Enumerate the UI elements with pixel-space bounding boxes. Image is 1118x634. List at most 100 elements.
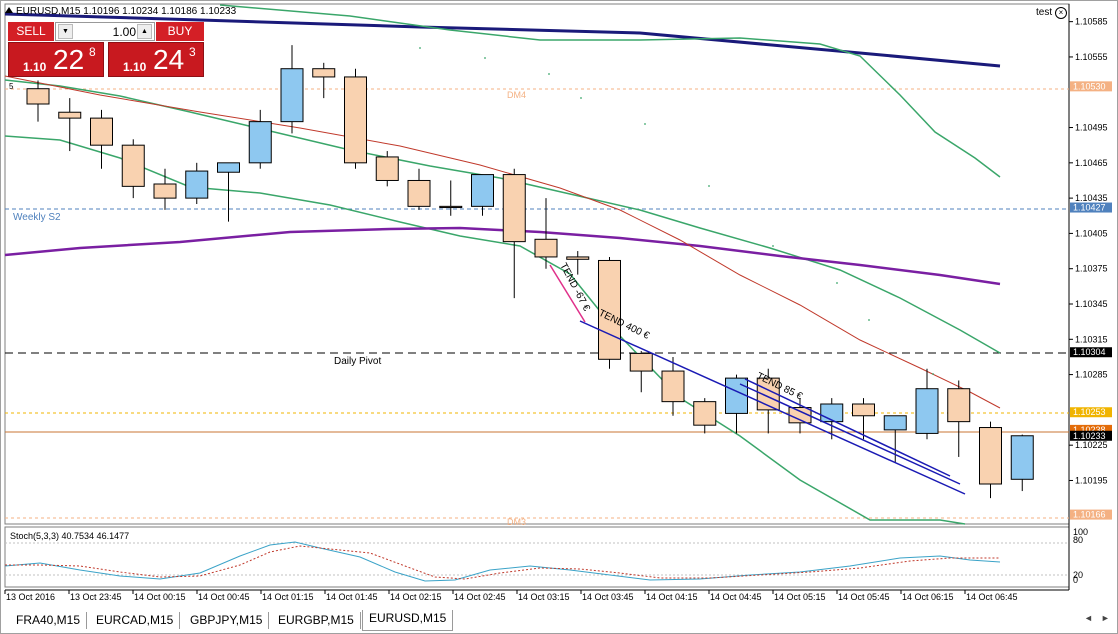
price-tick-label: 1.10465 xyxy=(1075,158,1108,168)
candle-body-bear xyxy=(439,205,463,209)
candle xyxy=(820,398,844,440)
time-tick-label: 14 Oct 04:15 xyxy=(646,592,698,602)
candle xyxy=(185,162,209,204)
candle-body-bear xyxy=(979,427,1002,485)
price-tick-label: 1.10375 xyxy=(1075,264,1108,274)
time-tick-label: 14 Oct 01:45 xyxy=(326,592,378,602)
candle xyxy=(248,109,272,169)
price-badge-text: 1.10427 xyxy=(1073,203,1106,213)
candle xyxy=(1010,434,1034,492)
buy-price-box[interactable]: 1.10 24 3 xyxy=(108,42,204,77)
candle-body-bear xyxy=(153,183,177,199)
time-tick-label: 13 Oct 2016 xyxy=(6,592,55,602)
price-badge: 1.10166 xyxy=(1070,509,1112,520)
time-tick-label: 14 Oct 02:15 xyxy=(390,592,442,602)
candlesticks xyxy=(26,45,1034,499)
candle xyxy=(58,98,82,152)
candle xyxy=(312,62,336,99)
candle xyxy=(947,380,971,457)
candle-body-bear xyxy=(693,401,717,426)
one-click-trading-panel: SELL ▼ 1.00 ▲ BUY 1.10 22 8 1.10 24 3 xyxy=(8,22,204,78)
chart-tabs-bar: FRA40,M15 EURCAD,M15 GBPJPY,M15 EURGBP,M… xyxy=(2,610,1116,632)
price-badge-text: 1.10233 xyxy=(1073,431,1106,441)
buy-button[interactable]: BUY xyxy=(156,22,204,41)
candle-body-bear xyxy=(947,388,971,423)
main-chart-area xyxy=(4,3,1070,525)
price-tick-label: 1.10285 xyxy=(1075,370,1108,380)
price-tick-label: 1.10225 xyxy=(1075,440,1108,450)
candle xyxy=(121,139,145,199)
tab-eurgbp[interactable]: EURGBP,M15 xyxy=(272,612,361,629)
lot-size-value[interactable]: 1.00 xyxy=(56,25,136,39)
price-tick-label: 1.10495 xyxy=(1075,123,1108,133)
time-tick-label: 13 Oct 23:45 xyxy=(70,592,122,602)
candle xyxy=(629,351,653,393)
red-ma-line xyxy=(4,75,1001,409)
symbol-title-text: EURUSD,M15 1.10196 1.10234 1.10186 1.102… xyxy=(16,6,237,17)
price-badge: 1.10530 xyxy=(1070,81,1112,92)
buy-price-big: 24 xyxy=(153,44,185,75)
time-tick-label: 14 Oct 01:15 xyxy=(262,592,314,602)
time-tick-label: 14 Oct 00:15 xyxy=(134,592,186,602)
time-axis: 13 Oct 2016 13 Oct 23:45 14 Oct 00:15 14 Oc… xyxy=(4,590,1018,602)
candle xyxy=(407,168,431,210)
stoch-title: Stoch(5,3,3) 40.7534 46.1477 xyxy=(10,531,129,541)
candle xyxy=(852,398,875,440)
price-tick-label: 1.10585 xyxy=(1075,17,1108,27)
chart-canvas[interactable]: Weekly S2 Daily Pivot DM4 DM3 5 TEND -67… xyxy=(0,0,1118,634)
price-tick-label: 1.10195 xyxy=(1075,475,1108,485)
chevron-up-icon[interactable]: ▲ xyxy=(137,24,152,39)
weekly-s2-label: Weekly S2 xyxy=(13,212,61,223)
price-badge-text: 1.10253 xyxy=(1073,407,1106,417)
sell-price-sup: 8 xyxy=(89,45,96,59)
tab-gbpjpy[interactable]: GBPJPY,M15 xyxy=(184,612,270,629)
tab-scroll-arrows-icon[interactable]: ◄► xyxy=(1084,613,1118,623)
candle-body-bear xyxy=(375,156,399,181)
candle xyxy=(26,80,50,122)
candle-body-bear xyxy=(121,144,145,187)
candle xyxy=(915,368,939,440)
candle xyxy=(725,374,748,434)
price-badge-text: 1.10530 xyxy=(1073,81,1106,91)
tab-eurcad[interactable]: EURCAD,M15 xyxy=(90,612,181,629)
candle xyxy=(280,45,304,134)
triangle-up-icon xyxy=(5,7,13,13)
time-tick-label: 14 Oct 06:45 xyxy=(966,592,1018,602)
daily-pivot-label: Daily Pivot xyxy=(334,356,381,367)
stoch-signal-line xyxy=(5,545,1000,580)
candle-body-bear xyxy=(312,68,336,78)
price-tick-label: 1.10345 xyxy=(1075,299,1108,309)
candle-body-bull xyxy=(820,403,844,423)
chart-title: EURUSD,M15 1.10196 1.10234 1.10186 1.102… xyxy=(5,6,236,17)
psar-dots xyxy=(419,47,968,393)
stoch-level-80: 80 xyxy=(1073,535,1083,545)
dm4-label: DM4 xyxy=(507,90,526,100)
candle-body-bull xyxy=(248,121,272,164)
candle-body-bear xyxy=(534,238,558,258)
price-badge-text: 1.10304 xyxy=(1073,347,1106,357)
sell-price-prefix: 1.10 xyxy=(23,60,47,74)
price-tick-label: 1.10555 xyxy=(1075,52,1108,62)
price-badge: 1.10427 xyxy=(1070,202,1112,213)
candle-body-bull xyxy=(280,68,304,123)
lot-size-field[interactable]: ▼ 1.00 ▲ xyxy=(55,22,155,41)
time-tick-label: 14 Oct 03:15 xyxy=(518,592,570,602)
time-tick-label: 14 Oct 00:45 xyxy=(198,592,250,602)
candle xyxy=(217,162,240,222)
candle-body-bear xyxy=(344,76,367,164)
trendline-blue-1[interactable] xyxy=(579,320,966,495)
sell-button[interactable]: SELL xyxy=(8,22,54,41)
candle-body-bear xyxy=(852,403,875,417)
candle xyxy=(90,109,113,169)
candle-body-bull xyxy=(915,388,939,434)
candle-body-bull xyxy=(725,377,748,414)
time-tick-label: 14 Oct 06:15 xyxy=(902,592,954,602)
candle xyxy=(693,398,717,434)
price-badge-text: 1.10166 xyxy=(1073,510,1106,520)
close-circle-icon[interactable]: × xyxy=(1055,7,1067,19)
sell-price-box[interactable]: 1.10 22 8 xyxy=(8,42,104,77)
tab-fra40[interactable]: FRA40,M15 xyxy=(10,612,88,629)
candle xyxy=(502,168,526,299)
candle-body-bull xyxy=(1010,435,1034,480)
tab-eurusd[interactable]: EURUSD,M15 xyxy=(362,610,454,631)
